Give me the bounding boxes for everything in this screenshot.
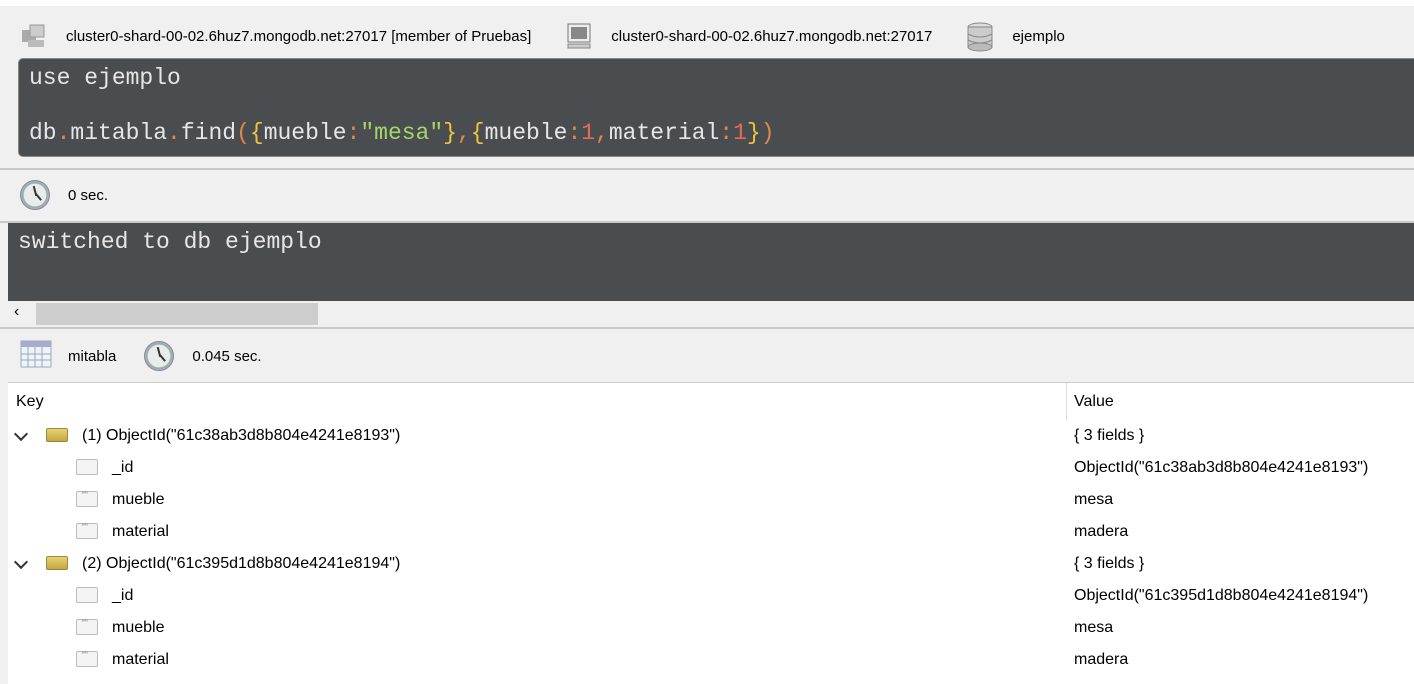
string-field-icon [76,650,98,667]
chevron-down-icon[interactable] [13,554,29,570]
field-key: material [112,523,169,540]
field-row[interactable]: material madera [8,645,1414,677]
database-icon [966,22,994,52]
objectid-field-icon [76,587,98,603]
field-value: madera [1074,651,1129,668]
field-value: mesa [1074,491,1114,508]
field-value: madera [1074,523,1129,540]
table-icon [20,340,52,372]
query-line-2: db.mitabla.find({mueble:"mesa"},{mueble:… [29,120,775,146]
document-value: { 3 fields } [1074,555,1145,572]
field-key: _id [112,587,134,604]
exec-time: 0.045 sec. [192,347,262,365]
output-text: switched to db ejemplo [18,229,322,255]
object-icon [46,556,68,570]
exec-status-2: mitabla 0.045 sec. [20,340,262,372]
collection-name: mitabla [68,347,117,365]
host-label: cluster0-shard-00-02.6huz7.mongodb.net:2… [611,27,933,45]
scrollbar-thumb[interactable] [36,303,318,325]
query-editor[interactable]: use ejemplo db.mitabla.find({mueble:"mes… [18,58,1414,157]
string-field-icon [76,490,98,507]
document-row[interactable]: (1) ObjectId("61c38ab3d8b804e4241e8193")… [8,421,1414,453]
document-key: (2) ObjectId("61c395d1d8b804e4241e8194") [82,555,401,572]
query-line-1: use ejemplo [29,65,181,91]
divider [0,327,1414,329]
results-tree: Key Value (1) ObjectId("61c38ab3d8b804e4… [8,382,1414,684]
document-key: (1) ObjectId("61c38ab3d8b804e4241e8193") [82,427,401,444]
database-label: ejemplo [1012,27,1065,45]
field-key: material [112,651,169,668]
field-row[interactable]: material madera [8,517,1414,549]
chevron-down-icon[interactable] [13,426,29,442]
field-key: mueble [112,491,165,508]
divider [0,168,1414,170]
field-row[interactable]: mueble mesa [8,613,1414,645]
connection-bar: cluster0-shard-00-02.6huz7.mongodb.net:2… [20,18,1099,54]
field-key: mueble [112,619,165,636]
field-row[interactable]: _id ObjectId("61c38ab3d8b804e4241e8193") [8,453,1414,485]
value-column-header[interactable]: Value [1074,393,1114,411]
field-value: mesa [1074,619,1114,636]
column-divider[interactable] [1066,383,1067,421]
document-row[interactable]: (2) ObjectId("61c395d1d8b804e4241e8194")… [8,549,1414,581]
shell-output: switched to db ejemplo [8,223,1414,301]
key-column-header[interactable]: Key [16,393,44,411]
field-value: ObjectId("61c38ab3d8b804e4241e8193") [1074,459,1369,476]
computer-icon [565,22,593,50]
scroll-left-icon[interactable]: ‹ [14,303,19,321]
tab-strip [0,0,1414,6]
server-label: cluster0-shard-00-02.6huz7.mongodb.net:2… [66,27,532,45]
field-key: _id [112,459,134,476]
string-field-icon [76,522,98,539]
horizontal-scrollbar[interactable]: ‹ [8,301,1414,327]
clock-icon [144,341,175,371]
server-icon [20,22,48,50]
document-value: { 3 fields } [1074,427,1145,444]
objectid-field-icon [76,459,98,475]
string-field-icon [76,618,98,635]
clock-icon [20,180,50,210]
field-value: ObjectId("61c395d1d8b804e4241e8194") [1074,587,1369,604]
exec-time: 0 sec. [68,186,109,204]
exec-status-1: 0 sec. [20,180,108,210]
field-row[interactable]: mueble mesa [8,485,1414,517]
object-icon [46,428,68,442]
field-row[interactable]: _id ObjectId("61c395d1d8b804e4241e8194") [8,581,1414,613]
